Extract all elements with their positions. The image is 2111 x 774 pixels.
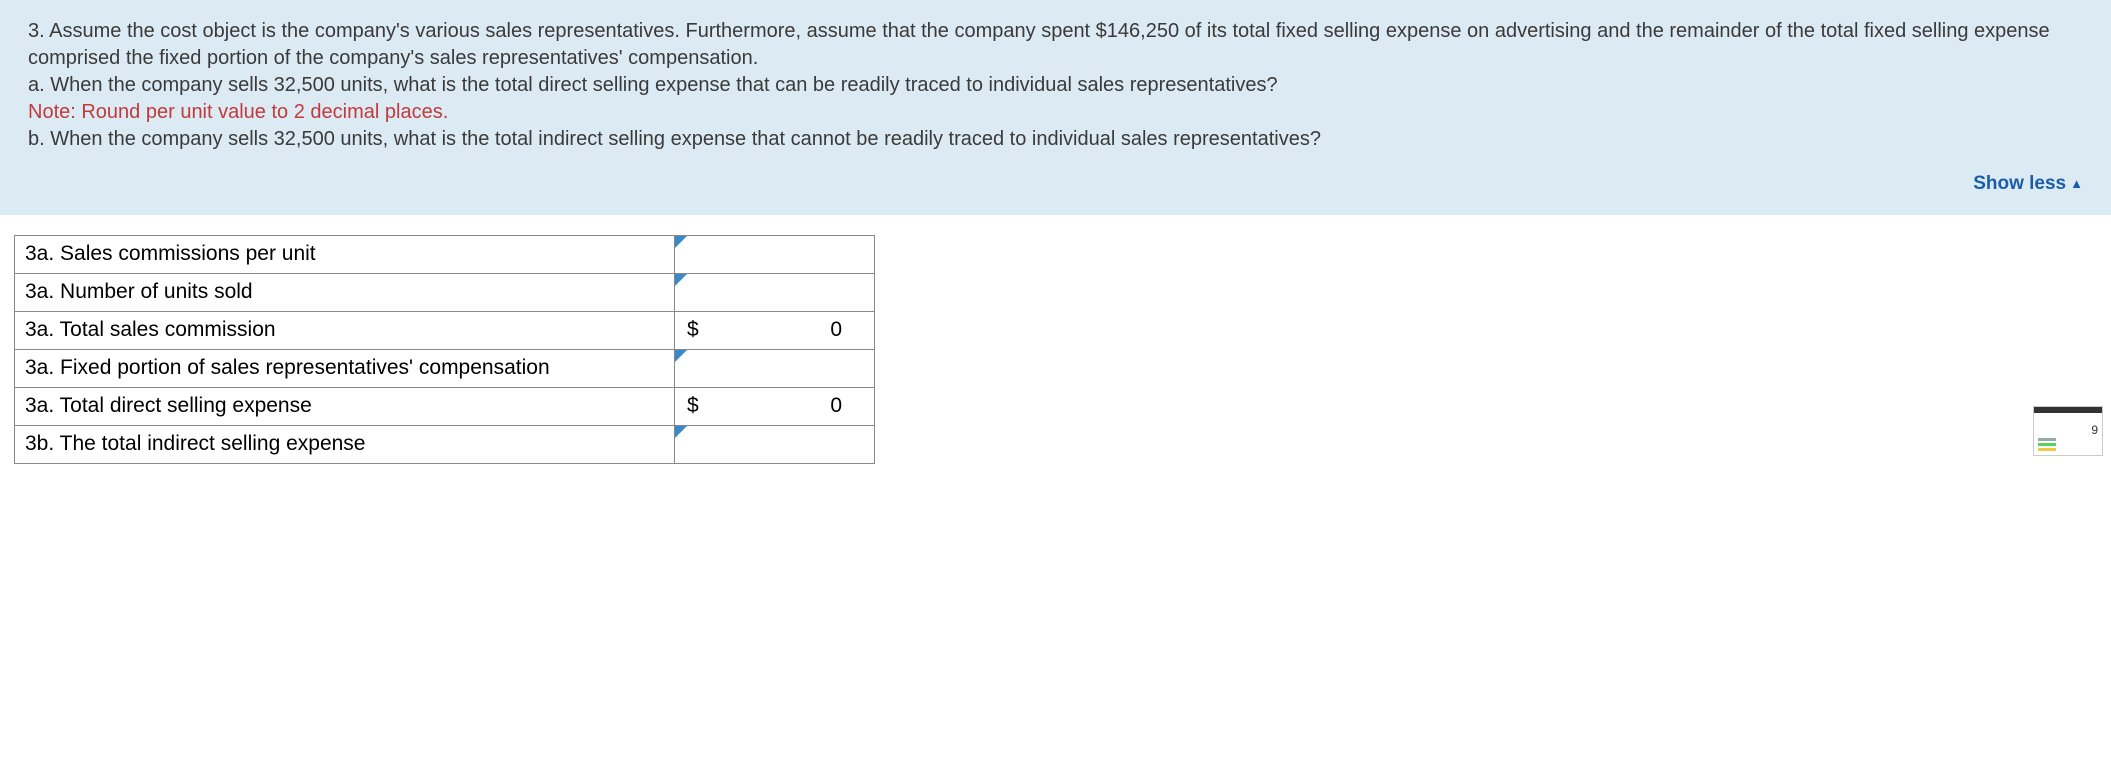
answer-table: 3a. Sales commissions per unit 3a. Numbe… (14, 235, 875, 464)
calc-value: 0 (755, 318, 855, 342)
currency-symbol: $ (675, 394, 755, 418)
table-row: 3a. Fixed portion of sales representativ… (15, 349, 875, 387)
answer-table-wrap: 3a. Sales commissions per unit 3a. Numbe… (0, 215, 2111, 464)
table-row: 3a. Number of units sold (15, 273, 875, 311)
input-flag-icon (675, 274, 687, 286)
total-sales-commission-value: $0 (675, 311, 875, 349)
question-box: 3. Assume the cost object is the company… (0, 0, 2111, 215)
row-label: 3a. Sales commissions per unit (15, 235, 675, 273)
input-flag-icon (675, 426, 687, 438)
show-less-label: Show less (1973, 173, 2066, 194)
row-label: 3b. The total indirect selling expense (15, 425, 675, 463)
row-label: 3a. Fixed portion of sales representativ… (15, 349, 675, 387)
table-row: 3b. The total indirect selling expense (15, 425, 875, 463)
sales-commissions-per-unit-input[interactable] (675, 235, 875, 273)
question-part-b: b. When the company sells 32,500 units, … (28, 126, 2083, 153)
row-label: 3a. Total sales commission (15, 311, 675, 349)
chevron-up-icon: ▲ (2070, 175, 2083, 193)
question-prompt: 3. Assume the cost object is the company… (28, 18, 2083, 72)
row-label: 3a. Total direct selling expense (15, 387, 675, 425)
table-row: 3a. Total sales commission $0 (15, 311, 875, 349)
table-row: 3a. Total direct selling expense $0 (15, 387, 875, 425)
row-label: 3a. Number of units sold (15, 273, 675, 311)
thumbnail-bars-icon (2038, 436, 2056, 451)
question-note: Note: Round per unit value to 2 decimal … (28, 99, 2083, 126)
total-direct-selling-expense-value: $0 (675, 387, 875, 425)
table-row: 3a. Sales commissions per unit (15, 235, 875, 273)
number-of-units-sold-input[interactable] (675, 273, 875, 311)
question-number: 3. (28, 20, 45, 42)
calc-value: 0 (755, 394, 855, 418)
currency-symbol: $ (675, 318, 755, 342)
question-part-a: a. When the company sells 32,500 units, … (28, 72, 2083, 99)
input-flag-icon (675, 236, 687, 248)
question-main-text: Assume the cost object is the company's … (28, 20, 2050, 69)
page-thumbnail[interactable]: 9 (2033, 406, 2103, 456)
thumbnail-label: 9 (2091, 423, 2098, 437)
fixed-portion-compensation-input[interactable] (675, 349, 875, 387)
show-less-toggle[interactable]: Show less▲ (28, 171, 2083, 197)
input-flag-icon (675, 350, 687, 362)
total-indirect-selling-expense-input[interactable] (675, 425, 875, 463)
